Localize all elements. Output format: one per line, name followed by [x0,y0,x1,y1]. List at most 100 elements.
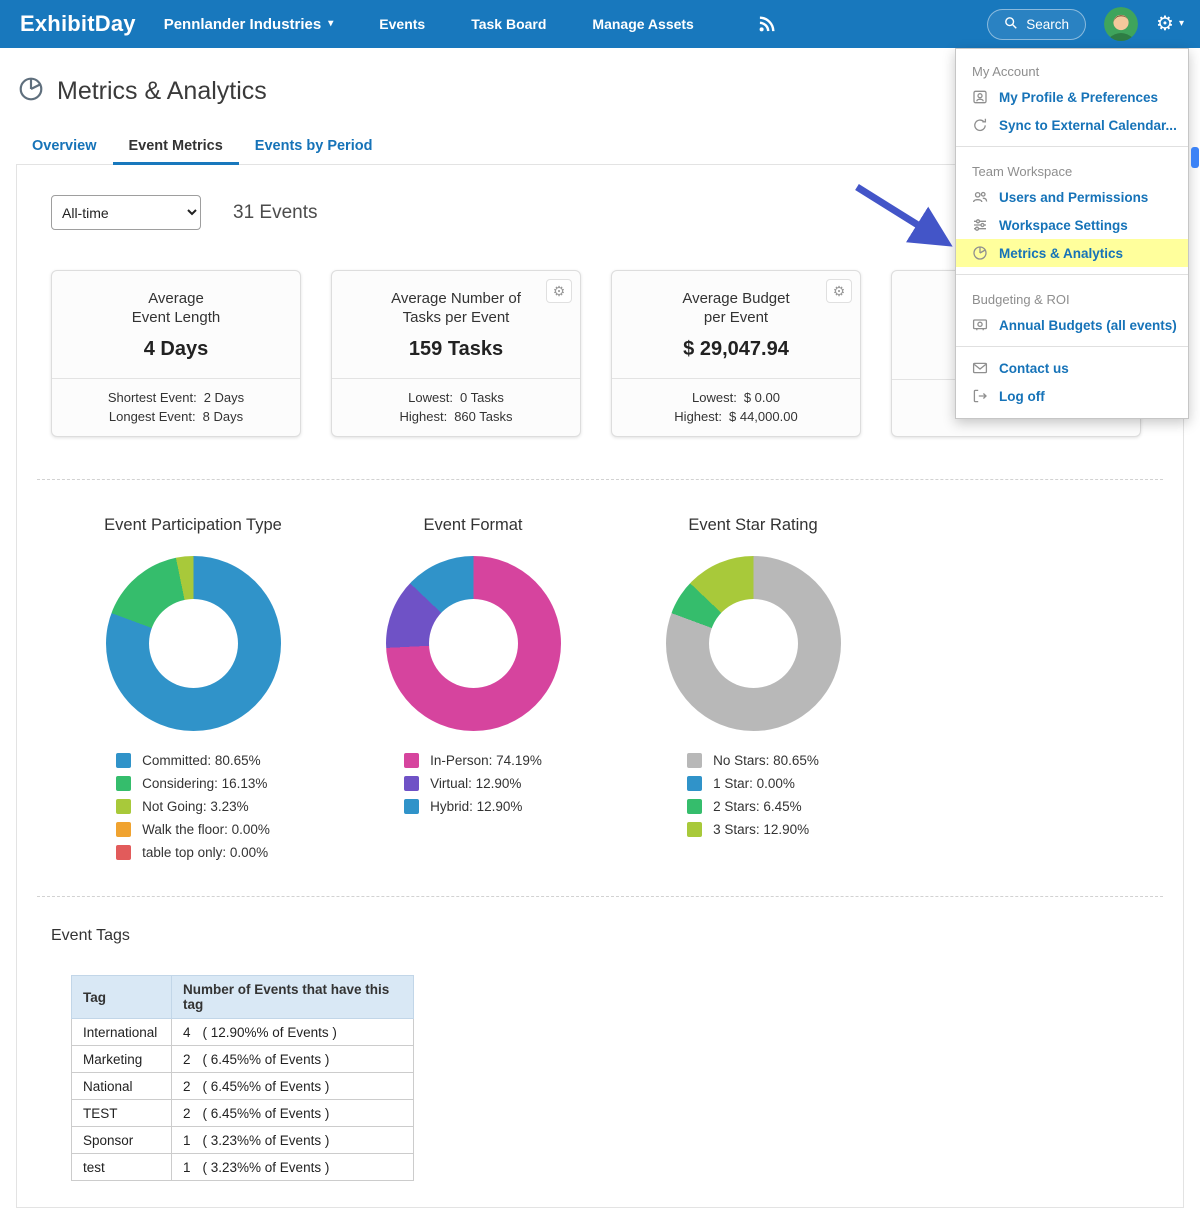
menu-item-label: Contact us [999,361,1069,376]
tag-name-cell: National [72,1073,172,1100]
legend-label: Not Going: 3.23% [142,799,249,814]
legend-item-hybrid: Hybrid: 12.90% [404,799,542,814]
gear-icon: ⚙ [553,283,566,300]
tag-count: 1 [183,1133,191,1148]
menu-item-contact-us[interactable]: Contact us [956,354,1188,382]
legend-label: Considering: 16.13% [142,776,267,791]
donut-chart [106,556,281,731]
card-main: AverageEvent Length4 Days [52,271,300,378]
legend-swatch [404,799,419,814]
settings-menu-button[interactable]: ⚙ ▾ [1156,14,1184,34]
feed-icon[interactable] [758,16,775,33]
card-settings-button[interactable]: ⚙ [546,279,572,303]
card-title: Event Length [62,308,290,327]
chart-event-participation-type: Event Participation Type Committed: 80.65… [53,516,333,868]
workspace-selector[interactable]: Pennlander Industries ▾ [164,16,334,33]
column-header-number-of-events-that-have-this-tag: Number of Events that have this tag [172,976,414,1019]
stat-label: Shortest Event: [108,390,197,405]
menu-item-my-profile-preferences[interactable]: My Profile & Preferences [956,83,1188,111]
card-main: Average Budgetper Event$ 29,047.94 [612,271,860,378]
donut-chart [666,556,841,731]
tag-count: 2 [183,1106,191,1121]
menu-item-users-and-permissions[interactable]: Users and Permissions [956,183,1188,211]
tag-share: ( 6.45%% of Events ) [203,1106,330,1121]
tab-event-metrics[interactable]: Event Metrics [113,129,239,164]
tag-name-cell: Sponsor [72,1127,172,1154]
card-stat-line: Longest Event:8 Days [52,407,300,426]
card-settings-button[interactable]: ⚙ [826,279,852,303]
nav-item-manage-assets[interactable]: Manage Assets [592,1,693,47]
stat-value: 8 Days [203,409,243,424]
time-range-select[interactable]: All-time [51,195,201,230]
card-title: Tasks per Event [342,308,570,327]
card-stat-line: Lowest:$ 0.00 [612,388,860,407]
chart-title: Event Participation Type [53,516,333,535]
menu-item-log-off[interactable]: Log off [956,382,1188,410]
legend-swatch [404,753,419,768]
legend-swatch [687,799,702,814]
menu-item-label: Sync to External Calendar... [999,118,1177,133]
gear-icon: ⚙ [1156,14,1174,34]
menu-item-sync-to-external-calendar[interactable]: Sync to External Calendar... [956,111,1188,139]
card-stats: Lowest:$ 0.00Highest:$ 44,000.00 [612,378,860,436]
search-icon [1004,16,1018,33]
nav-item-events[interactable]: Events [379,1,425,47]
nav-item-task-board[interactable]: Task Board [471,1,546,47]
chart-title: Event Star Rating [613,516,893,535]
legend-item-not-going: Not Going: 3.23% [116,799,270,814]
users-icon [972,189,988,205]
chevron-down-icon: ▾ [328,19,333,29]
menu-divider [956,274,1188,275]
menu-item-workspace-settings[interactable]: Workspace Settings [956,211,1188,239]
legend-swatch [687,753,702,768]
metric-card-average-number-of-tasks-per-event: ⚙Average Number ofTasks per Event159 Tas… [331,270,581,437]
stat-value: 2 Days [204,390,244,405]
table-row: TEST2( 6.45%% of Events ) [72,1100,414,1127]
chart-legend: No Stars: 80.65%1 Star: 0.00%2 Stars: 6.… [687,753,819,845]
sync-icon [972,117,988,133]
tag-name-cell: test [72,1154,172,1181]
table-row: National2( 6.45%% of Events ) [72,1073,414,1100]
stat-label: Lowest: [408,390,453,405]
menu-item-label: Annual Budgets (all events) [999,318,1177,333]
tag-count-cell: 2( 6.45%% of Events ) [172,1046,414,1073]
legend-item-in-person: In-Person: 74.19% [404,753,542,768]
table-row: test1( 3.23%% of Events ) [72,1154,414,1181]
card-stat-line: Shortest Event: 2 Days [52,388,300,407]
card-title: Average [62,289,290,308]
menu-item-metrics-analytics[interactable]: Metrics & Analytics [956,239,1188,267]
profile-icon [972,89,988,105]
user-avatar[interactable] [1104,7,1138,41]
menu-item-label: Log off [999,389,1045,404]
legend-label: No Stars: 80.65% [713,753,819,768]
stat-value: $ 0.00 [744,390,780,405]
card-title: Average Number of [342,289,570,308]
legend-label: Walk the floor: 0.00% [142,822,270,837]
metric-card-average-event-length: AverageEvent Length4 Days Shortest Event:… [51,270,301,437]
chart-legend: Committed: 80.65%Considering: 16.13%Not … [116,753,270,868]
legend-swatch [404,776,419,791]
card-value: $ 29,047.94 [622,338,850,361]
search-label: Search [1026,17,1069,32]
tag-name-cell: International [72,1019,172,1046]
scrollbar-thumb[interactable] [1191,147,1199,168]
legend-swatch [116,776,131,791]
pie-chart-icon [18,76,44,107]
mail-icon [972,360,988,376]
legend-item-considering: Considering: 16.13% [116,776,270,791]
search-button[interactable]: Search [987,9,1086,40]
legend-item-1-star: 1 Star: 0.00% [687,776,819,791]
tag-share: ( 6.45%% of Events ) [203,1052,330,1067]
legend-label: 3 Stars: 12.90% [713,822,809,837]
tab-overview[interactable]: Overview [16,129,113,164]
gear-icon: ⚙ [833,283,846,300]
chart-event-format: Event FormatIn-Person: 74.19%Virtual: 12… [333,516,613,868]
menu-item-annual-budgets-all-events[interactable]: Annual Budgets (all events) [956,311,1188,339]
tag-share: ( 6.45%% of Events ) [203,1079,330,1094]
tag-count-cell: 2 ( 6.45%% of Events ) [172,1100,414,1127]
legend-label: Hybrid: 12.90% [430,799,522,814]
tag-count-cell: 1( 3.23%% of Events ) [172,1154,414,1181]
tab-events-by-period[interactable]: Events by Period [239,129,389,164]
app-logo[interactable]: ExhibitDay [20,11,136,37]
table-row: International4( 12.90%% of Events ) [72,1019,414,1046]
